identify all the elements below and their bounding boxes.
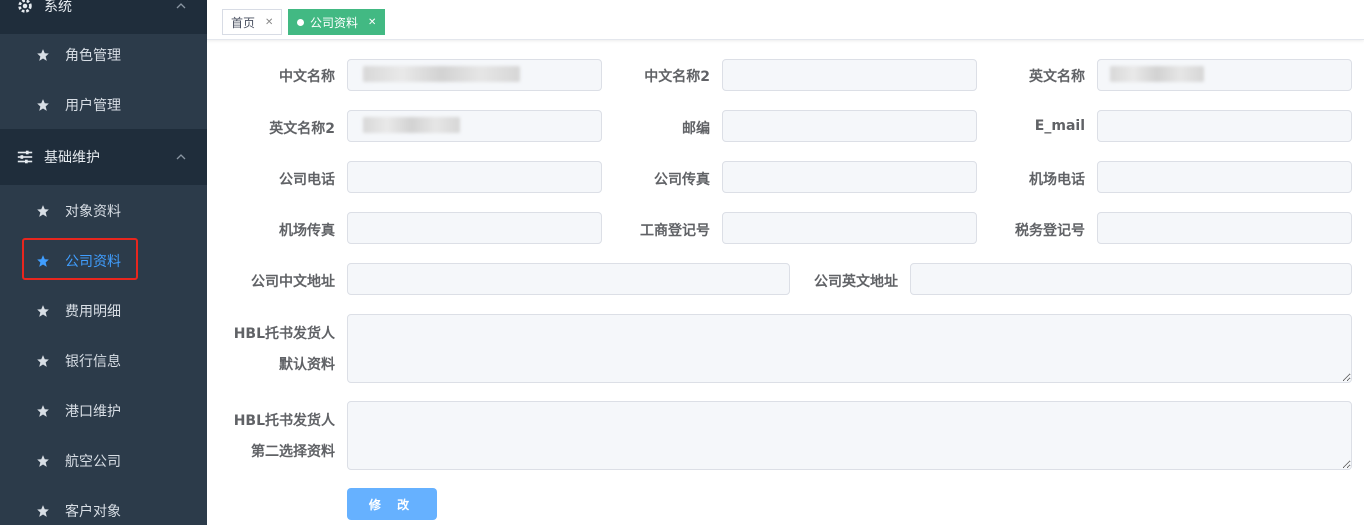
tab-company-info[interactable]: 公司资料 ✕: [288, 9, 386, 35]
tab-label: 公司资料: [310, 15, 359, 30]
phone-input[interactable]: [347, 161, 602, 193]
sidebar-item-label: 港口维护: [65, 404, 121, 420]
modify-button[interactable]: 修 改: [347, 488, 437, 520]
chevron-up-icon: [176, 3, 186, 9]
highlight-box: [22, 238, 138, 280]
star-icon: [37, 455, 49, 467]
sidebar-item-bank-info[interactable]: 银行信息: [0, 336, 207, 386]
sidebar-item-airlines[interactable]: 航空公司: [0, 436, 207, 486]
cn-name-label: 中文名称: [279, 69, 335, 85]
sidebar-item-objects[interactable]: 对象资料: [0, 186, 207, 236]
en-name-label: 英文名称: [1029, 69, 1085, 85]
sidebar-item-label: 角色管理: [65, 48, 121, 64]
hbl-second-textarea[interactable]: [347, 401, 1352, 470]
star-icon: [37, 49, 49, 61]
close-icon[interactable]: ✕: [265, 17, 273, 28]
tab-home[interactable]: 首页 ✕: [222, 9, 283, 35]
sidebar-item-roles[interactable]: 角色管理: [0, 30, 207, 80]
hbl-default-textarea[interactable]: [347, 314, 1352, 383]
chevron-up-icon: [176, 154, 186, 160]
sidebar-item-label: 对象资料: [65, 204, 121, 220]
star-icon: [37, 99, 49, 111]
tab-label: 首页: [231, 15, 256, 30]
en-address-label: 公司英文地址: [814, 274, 898, 290]
active-dot-icon: [297, 18, 304, 26]
email-input[interactable]: [1097, 110, 1352, 142]
email-label: E_mail: [1034, 118, 1085, 134]
cn-name2-label: 中文名称2: [644, 69, 710, 85]
sliders-icon: [17, 150, 33, 164]
cn-address-label: 公司中文地址: [251, 274, 335, 290]
fax-input[interactable]: [722, 161, 977, 193]
hbl-second-label-line1: HBL托书发货人: [233, 413, 335, 429]
cn-name2-input[interactable]: [722, 59, 977, 91]
redacted-value: [363, 66, 520, 82]
sidebar-group-label: 基础维护: [44, 150, 100, 166]
cn-address-input[interactable]: [347, 263, 790, 295]
tax-reg-input[interactable]: [1097, 212, 1352, 244]
star-icon: [37, 355, 49, 367]
sidebar-group-basic-maintenance[interactable]: 基础维护: [0, 129, 207, 185]
sidebar-item-customers[interactable]: 客户对象: [0, 486, 207, 525]
sidebar-item-port-maintenance[interactable]: 港口维护: [0, 386, 207, 436]
sidebar-item-label: 用户管理: [65, 98, 121, 114]
hbl-default-label-line1: HBL托书发货人: [233, 326, 335, 342]
en-address-input[interactable]: [910, 263, 1352, 295]
postcode-label: 邮编: [682, 121, 710, 137]
airport-phone-label: 机场电话: [1029, 172, 1085, 188]
redacted-value: [1110, 66, 1204, 82]
hbl-default-label-line2: 默认资料: [279, 357, 335, 373]
tax-reg-label: 税务登记号: [1015, 223, 1085, 239]
redacted-value: [363, 117, 460, 133]
phone-label: 公司电话: [279, 172, 335, 188]
sidebar-item-fee-details[interactable]: 费用明细: [0, 286, 207, 336]
en-name2-label: 英文名称2: [269, 121, 335, 137]
sidebar: 系统 角色管理 用户管理 基础维护 对象资料 公司资料 费用明细 银行信息 港口…: [0, 0, 207, 525]
tab-bar: 首页 ✕ 公司资料 ✕: [207, 0, 1364, 40]
airport-phone-input[interactable]: [1097, 161, 1352, 193]
business-reg-label: 工商登记号: [640, 223, 710, 239]
gear-icon: [18, 0, 32, 13]
sidebar-group-label: 系统: [44, 0, 72, 15]
star-icon: [37, 505, 49, 517]
business-reg-input[interactable]: [722, 212, 977, 244]
sidebar-item-label: 航空公司: [65, 454, 121, 470]
star-icon: [37, 405, 49, 417]
star-icon: [37, 205, 49, 217]
sidebar-item-label: 银行信息: [65, 354, 121, 370]
sidebar-item-label: 费用明细: [65, 304, 121, 320]
close-icon[interactable]: ✕: [368, 17, 376, 28]
postcode-input[interactable]: [722, 110, 977, 142]
sidebar-item-label: 客户对象: [65, 504, 121, 520]
airport-fax-input[interactable]: [347, 212, 602, 244]
sidebar-item-users[interactable]: 用户管理: [0, 80, 207, 130]
fax-label: 公司传真: [654, 172, 710, 188]
airport-fax-label: 机场传真: [279, 223, 335, 239]
star-icon: [37, 305, 49, 317]
sidebar-group-system[interactable]: 系统: [0, 0, 207, 34]
hbl-second-label-line2: 第二选择资料: [251, 444, 335, 460]
